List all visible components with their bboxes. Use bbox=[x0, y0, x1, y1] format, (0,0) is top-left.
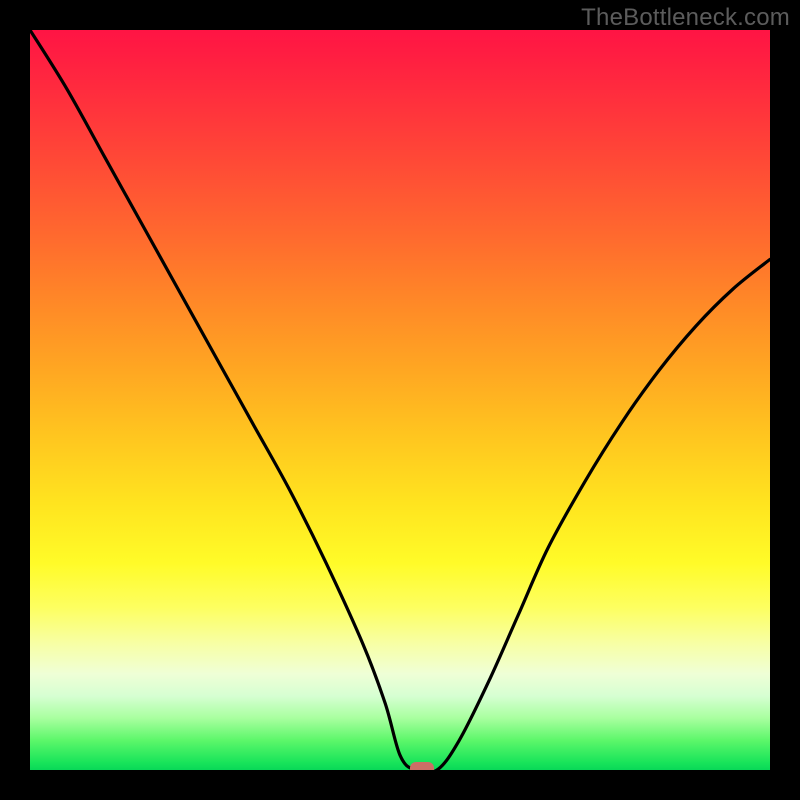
watermark-text: TheBottleneck.com bbox=[581, 4, 790, 32]
bottleneck-curve bbox=[30, 30, 770, 770]
chart-frame: TheBottleneck.com bbox=[0, 0, 800, 800]
optimum-marker-icon bbox=[410, 762, 434, 770]
plot-area bbox=[30, 30, 770, 770]
